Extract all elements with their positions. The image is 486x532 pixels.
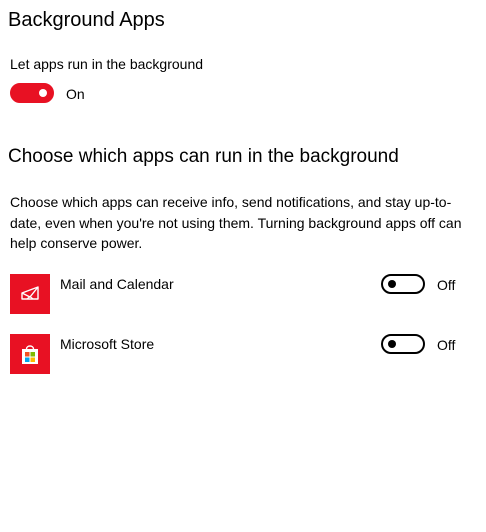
app-name-mail-calendar: Mail and Calendar [60, 276, 174, 292]
toggle-knob [39, 89, 47, 97]
microsoft-store-toggle-state: Off [437, 337, 456, 353]
mail-calendar-toggle[interactable] [381, 274, 425, 294]
background-apps-toggle[interactable] [10, 83, 54, 103]
toggle-knob [388, 340, 396, 348]
app-name-microsoft-store: Microsoft Store [60, 336, 155, 352]
background-apps-toggle-state: On [66, 86, 85, 102]
mail-calendar-icon [10, 274, 50, 314]
microsoft-store-toggle[interactable] [381, 334, 425, 354]
toggle-knob [388, 280, 396, 288]
section-description: Choose which apps can receive info, send… [10, 194, 462, 251]
page-title: Background Apps [8, 9, 165, 31]
mail-calendar-toggle-state: Off [437, 277, 456, 293]
store-bag-icon [10, 334, 50, 374]
master-toggle-label: Let apps run in the background [10, 56, 204, 72]
section-heading: Choose which apps can run in the backgro… [8, 146, 399, 167]
